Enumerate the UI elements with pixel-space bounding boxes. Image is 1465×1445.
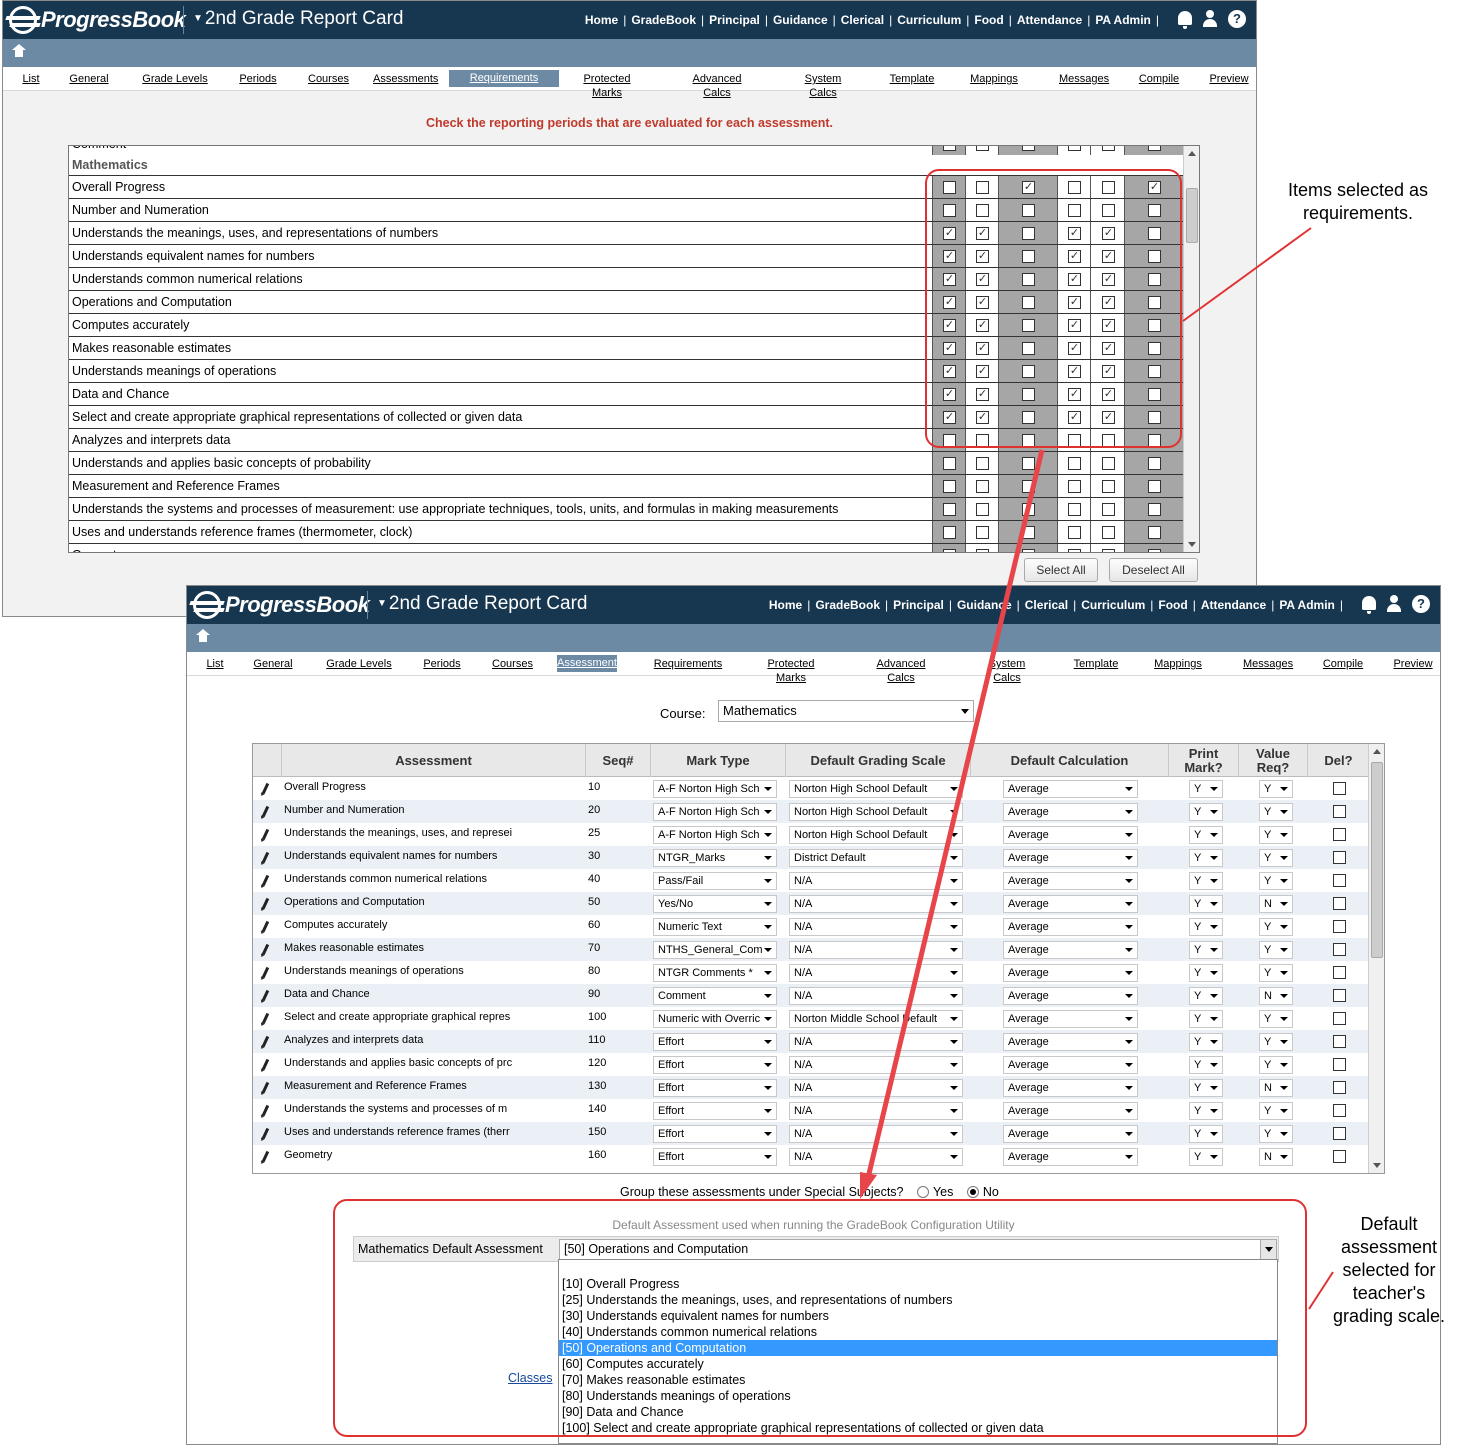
red-arrowhead	[860, 1172, 877, 1199]
callout-connector-line	[1182, 227, 1312, 322]
red-arrow-line	[865, 449, 1045, 1179]
callout-default-assessment: Default assessment selected for teacher'…	[1332, 1214, 1446, 1326]
callout-requirements: Items selected as requirements.	[1287, 180, 1429, 223]
annotation-arrows	[860, 227, 1334, 1310]
